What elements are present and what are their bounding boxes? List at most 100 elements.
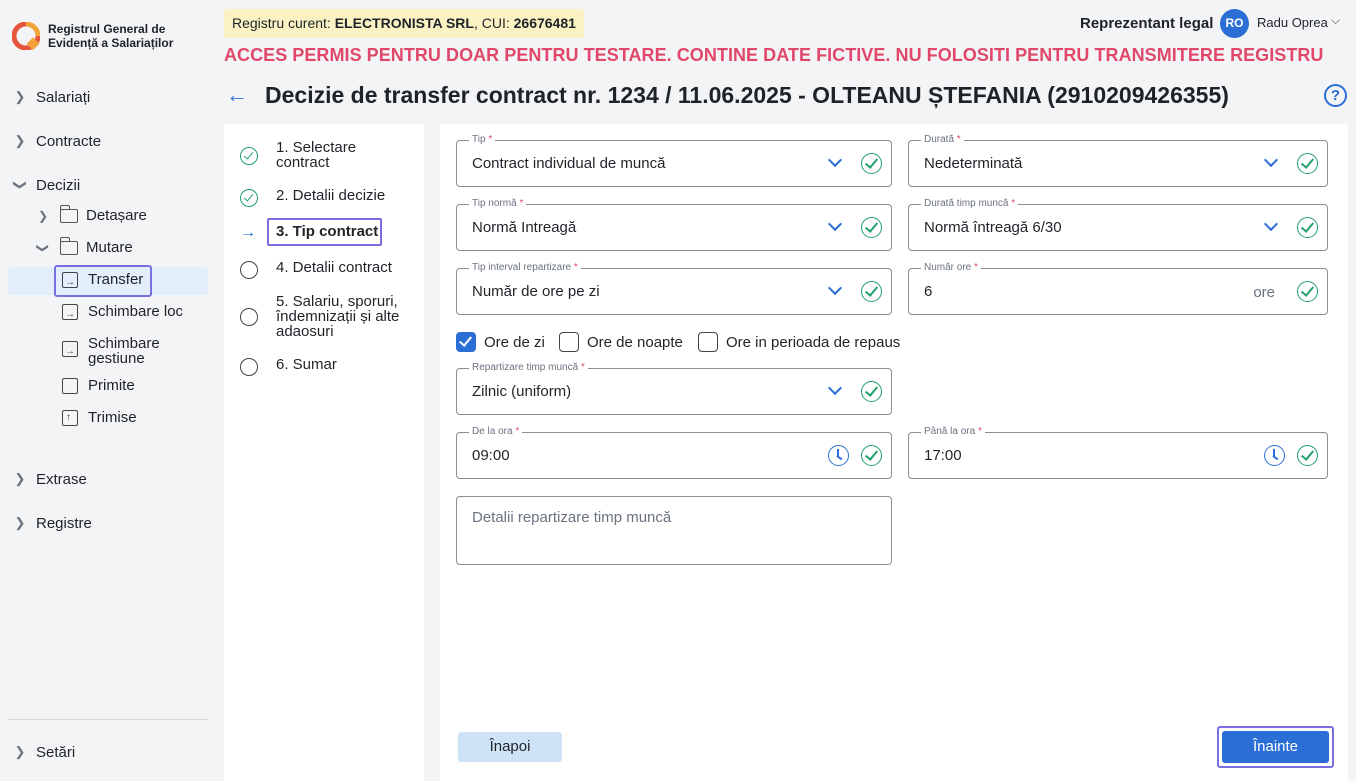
clock-icon[interactable]	[1264, 445, 1285, 466]
check-circle-icon	[1297, 281, 1318, 302]
step-1[interactable]: 1. Selectare contract	[240, 140, 406, 170]
chevron-down-icon[interactable]	[1263, 218, 1279, 234]
user-name[interactable]: Radu Oprea	[1257, 15, 1328, 30]
sidebar-item-schimbare-loc[interactable]: → Schimbare loc	[62, 303, 183, 320]
help-icon[interactable]: ?	[1324, 84, 1347, 107]
field-value: 17:00	[924, 447, 962, 464]
sidebar-item-label: Registre	[36, 514, 92, 532]
numar-ore-input[interactable]: Număr ore * 6 ore	[908, 262, 1328, 315]
avatar[interactable]: RO	[1220, 9, 1249, 38]
focus-outline	[54, 265, 152, 297]
circle-icon	[240, 308, 258, 326]
ore-repaus-checkbox[interactable]: Ore in perioada de repaus	[698, 332, 900, 352]
current-registry-badge: Registru curent: ELECTRONISTA SRL, CUI: …	[224, 9, 584, 38]
durata-timp-munca-select[interactable]: Durată timp muncă * Normă întreagă 6/30	[908, 198, 1328, 251]
sidebar-item-decizii[interactable]: ❯ Decizii	[8, 170, 208, 200]
unit-label: ore	[1253, 284, 1275, 301]
sidebar-item-label: Mutare	[86, 239, 133, 256]
sidebar-item-detasare[interactable]: ❯ Detașare	[36, 204, 147, 224]
field-label: Repartizare timp muncă	[472, 362, 579, 373]
back-button[interactable]: Înapoi	[458, 732, 562, 762]
circle-icon	[240, 358, 258, 376]
outbox-icon: ↑	[62, 409, 78, 426]
cui-value: 26676481	[513, 15, 576, 31]
role-label: Reprezentant legal	[1080, 15, 1214, 32]
chevron-right-icon: ❯	[37, 208, 49, 223]
de-la-ora-input[interactable]: De la ora * 09:00	[456, 426, 892, 479]
required-mark: *	[488, 134, 493, 145]
sidebar-item-label: Trimise	[88, 409, 137, 426]
chevron-down-icon[interactable]	[827, 154, 843, 170]
chevron-right-icon: ❯	[14, 89, 26, 104]
step-label: 6. Sumar	[276, 356, 337, 373]
repartizare-timp-select[interactable]: Repartizare timp muncă * Zilnic (uniform…	[456, 362, 892, 415]
chevron-down-icon[interactable]	[827, 218, 843, 234]
company-name: ELECTRONISTA SRL	[334, 15, 474, 31]
tip-select[interactable]: Tip * Contract individual de muncă	[456, 134, 892, 187]
pana-la-ora-input[interactable]: Până la ora * 17:00	[908, 426, 1328, 479]
field-label: De la ora	[472, 426, 513, 437]
required-mark: *	[519, 198, 524, 209]
chevron-down-icon[interactable]	[827, 382, 843, 398]
sidebar-item-mutare[interactable]: ❯ Mutare	[36, 236, 133, 256]
check-circle-icon	[240, 189, 258, 207]
step-2[interactable]: 2. Detalii decizie	[240, 188, 406, 208]
transfer-doc-icon: →	[62, 303, 78, 320]
sidebar-item-contracte[interactable]: ❯ Contracte	[8, 126, 208, 156]
tip-interval-select[interactable]: Tip interval repartizare * Număr de ore …	[456, 262, 892, 315]
checkbox-icon[interactable]	[698, 332, 718, 352]
clock-icon[interactable]	[828, 445, 849, 466]
sidebar-item-trimise[interactable]: ↑ Trimise	[62, 409, 137, 426]
sidebar-item-label: Contracte	[36, 132, 102, 150]
sidebar-item-extrase[interactable]: ❯ Extrase	[8, 464, 208, 494]
back-arrow-icon[interactable]: ←	[226, 84, 248, 106]
chevron-right-icon: ❯	[14, 133, 26, 148]
checkbox-label: Ore in perioada de repaus	[726, 333, 901, 351]
chevron-down-icon[interactable]	[827, 282, 843, 298]
sidebar-item-label: Schimbare loc	[88, 303, 184, 320]
logo-text-line1: Registrul General de	[48, 22, 166, 36]
folder-open-icon	[59, 236, 78, 255]
check-circle-icon	[1297, 445, 1318, 466]
check-circle-icon	[240, 147, 258, 165]
sidebar-item-label: Setări	[36, 743, 76, 761]
folder-icon	[59, 204, 78, 223]
tip-norma-select[interactable]: Tip normă * Normă Intreagă	[456, 198, 892, 251]
sidebar-item-schimbare-gestiune[interactable]: → Schimbare gestiune	[62, 336, 160, 366]
ore-de-noapte-checkbox[interactable]: Ore de noapte	[559, 332, 683, 352]
checkbox-checked-icon[interactable]	[456, 332, 476, 352]
sidebar-item-primite[interactable]: Primite	[62, 377, 135, 394]
next-button[interactable]: Înainte	[1222, 731, 1329, 763]
chevron-down-icon[interactable]	[1263, 154, 1279, 170]
sidebar-item-label: Detașare	[86, 207, 147, 224]
ore-de-zi-checkbox[interactable]: Ore de zi	[456, 332, 545, 352]
required-mark: *	[956, 134, 961, 145]
sidebar-item-salariati[interactable]: ❯ Salariați	[8, 82, 208, 112]
test-warning-banner: ACCES PERMIS PENTRU DOAR PENTRU TESTARE.…	[224, 45, 1324, 65]
sidebar-item-label: Decizii	[36, 176, 81, 194]
step-4[interactable]: 4. Detalii contract	[240, 260, 406, 280]
circle-icon	[240, 261, 258, 279]
registry-prefix: Registru curent:	[232, 15, 335, 31]
sidebar-item-registre[interactable]: ❯ Registre	[8, 508, 208, 538]
checkbox-icon[interactable]	[559, 332, 579, 352]
field-value: Normă Intreagă	[472, 219, 577, 236]
durata-select[interactable]: Durată * Nedeterminată	[908, 134, 1328, 187]
check-circle-icon	[861, 445, 882, 466]
app-logo[interactable]: Registrul General de Evidență a Salariaț…	[11, 21, 188, 51]
transfer-doc-icon: →	[62, 341, 78, 357]
detalii-repartizare-textarea[interactable]: Detalii repartizare timp muncă	[456, 496, 892, 565]
step-6[interactable]: 6. Sumar	[240, 357, 406, 377]
chevron-down-icon: ❯	[36, 242, 50, 253]
inbox-icon	[62, 377, 78, 394]
sidebar-item-setari[interactable]: ❯ Setări	[8, 737, 208, 767]
chevron-down-icon[interactable]: ⌵	[1331, 13, 1340, 28]
field-value: 6	[924, 283, 933, 300]
sidebar-item-label: Salariați	[36, 88, 91, 106]
required-mark: *	[580, 362, 585, 373]
step-label: 4. Detalii contract	[276, 259, 392, 276]
step-5[interactable]: 5. Salariu, sporuri, îndemnizații și alt…	[240, 294, 406, 339]
step-label: 1. Selectare contract	[276, 139, 357, 171]
page-title: Decizie de transfer contract nr. 1234 / …	[265, 82, 1229, 108]
check-circle-icon	[861, 153, 882, 174]
